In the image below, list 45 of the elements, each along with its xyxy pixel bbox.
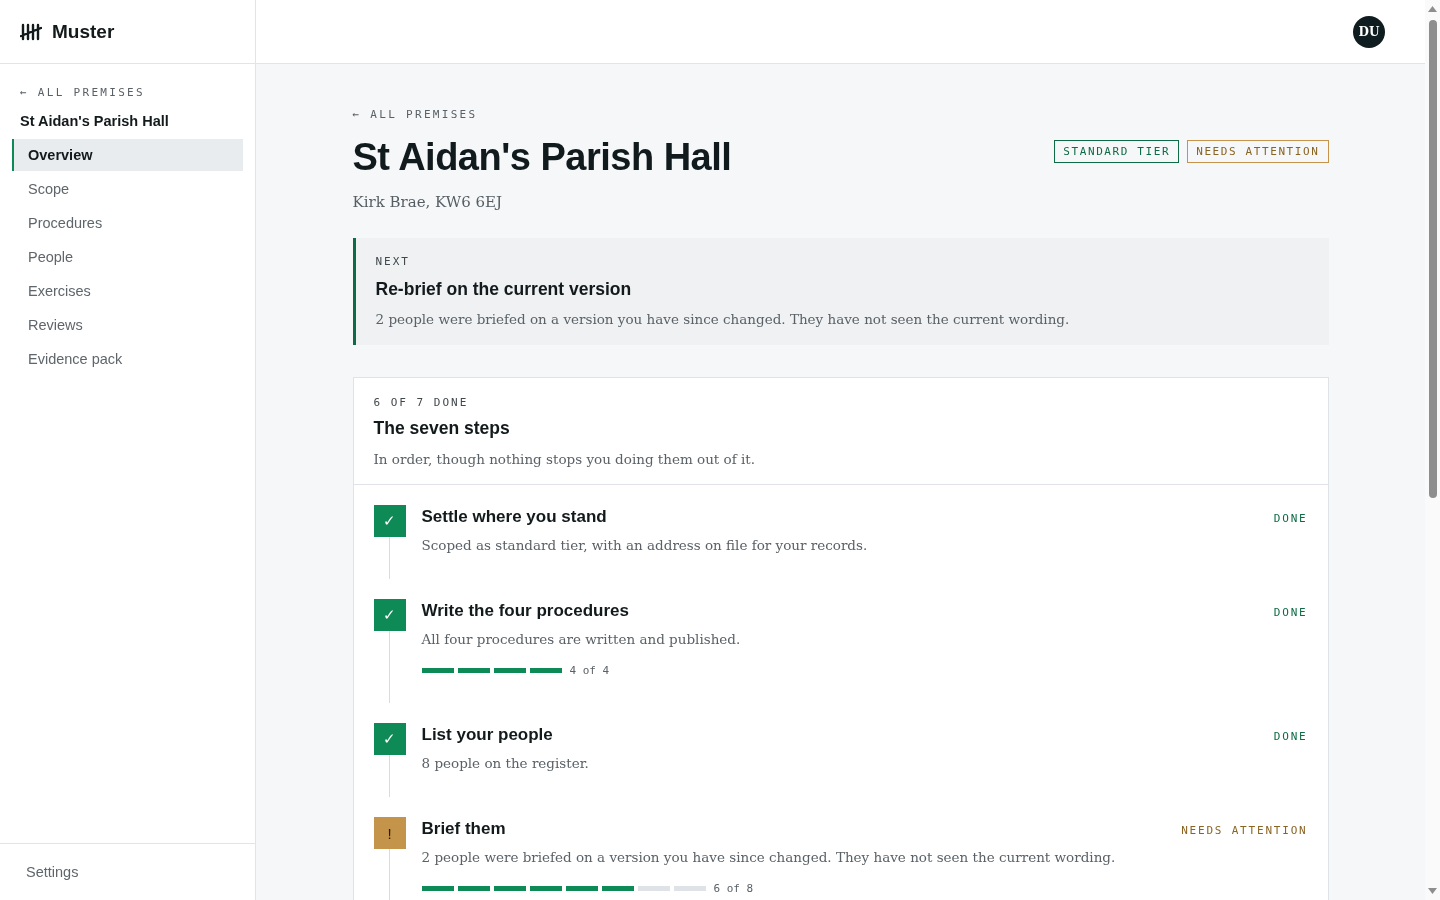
step-description: Scoped as standard tier, with an address on file for your records. bbox=[421, 537, 869, 553]
card-title: The seven steps bbox=[373, 418, 511, 439]
sidebar-item[interactable]: Exercises bbox=[12, 275, 243, 307]
status-badge: NEEDS ATTENTION bbox=[1187, 140, 1329, 163]
page-title: St Aidan's Parish Hall bbox=[352, 136, 732, 179]
sidebar-item[interactable]: Evidence pack bbox=[12, 343, 243, 375]
sidebar-item[interactable]: Scope bbox=[12, 173, 243, 205]
step-description: All four procedures are written and published. bbox=[421, 631, 742, 647]
progress-reading: 6 of 8 bbox=[713, 882, 754, 895]
tally-logo-icon bbox=[20, 22, 42, 41]
step-status-mark: ✓ bbox=[373, 723, 406, 755]
sidebar-item[interactable]: People bbox=[12, 241, 243, 273]
premises-name: St Aidan's Parish Hall bbox=[20, 113, 170, 129]
step-status: DONE bbox=[1273, 512, 1308, 525]
progress-reading: 4 of 4 bbox=[569, 664, 610, 677]
status-badge: STANDARD TIER bbox=[1054, 140, 1180, 163]
step-title: Brief them bbox=[421, 819, 506, 839]
step-title: Settle where you stand bbox=[421, 507, 607, 527]
step-title: List your people bbox=[421, 725, 553, 745]
next-action-title: Re-brief on the current version bbox=[375, 279, 633, 300]
step-status-mark: ✓ bbox=[373, 505, 406, 537]
step-status: DONE bbox=[1273, 730, 1308, 743]
user-avatar[interactable]: DU bbox=[1353, 15, 1385, 48]
scroll-up-icon[interactable] bbox=[1428, 6, 1437, 12]
settings-link[interactable]: Settings bbox=[26, 864, 79, 880]
step-status: DONE bbox=[1273, 606, 1308, 619]
step-title: Write the four procedures bbox=[421, 601, 629, 621]
eyebrow-text: NEXT bbox=[375, 255, 411, 268]
card-subtitle: In order, though nothing stops you doing them out of it. bbox=[373, 451, 757, 467]
all-premises-link[interactable]: ← ALL PREMISES bbox=[20, 86, 145, 99]
sidebar-item[interactable]: Reviews bbox=[12, 309, 243, 341]
step-status-mark: ! bbox=[373, 817, 406, 849]
sidebar-item[interactable]: Procedures bbox=[12, 207, 243, 239]
brand-name: Muster bbox=[52, 20, 115, 43]
progress-count: 6 OF 7 DONE bbox=[373, 396, 470, 409]
address-text: Kirk Brae, KW6 6EJ bbox=[352, 193, 503, 211]
step-status: NEEDS ATTENTION bbox=[1181, 824, 1308, 837]
next-action-text: 2 people were briefed on a version you have since changed. They have not seen the current wording. bbox=[375, 311, 1071, 327]
step-description: 8 people on the register. bbox=[421, 755, 590, 771]
scrollbar[interactable] bbox=[1425, 0, 1440, 900]
step-status-mark: ✓ bbox=[373, 599, 406, 631]
sidebar-item[interactable]: Overview bbox=[12, 139, 243, 171]
step-description: 2 people were briefed on a version you have since changed. They have not seen the current wording. bbox=[421, 849, 1117, 865]
all-premises-link[interactable]: ← ALL PREMISES bbox=[352, 108, 478, 121]
scroll-down-icon[interactable] bbox=[1428, 888, 1437, 894]
